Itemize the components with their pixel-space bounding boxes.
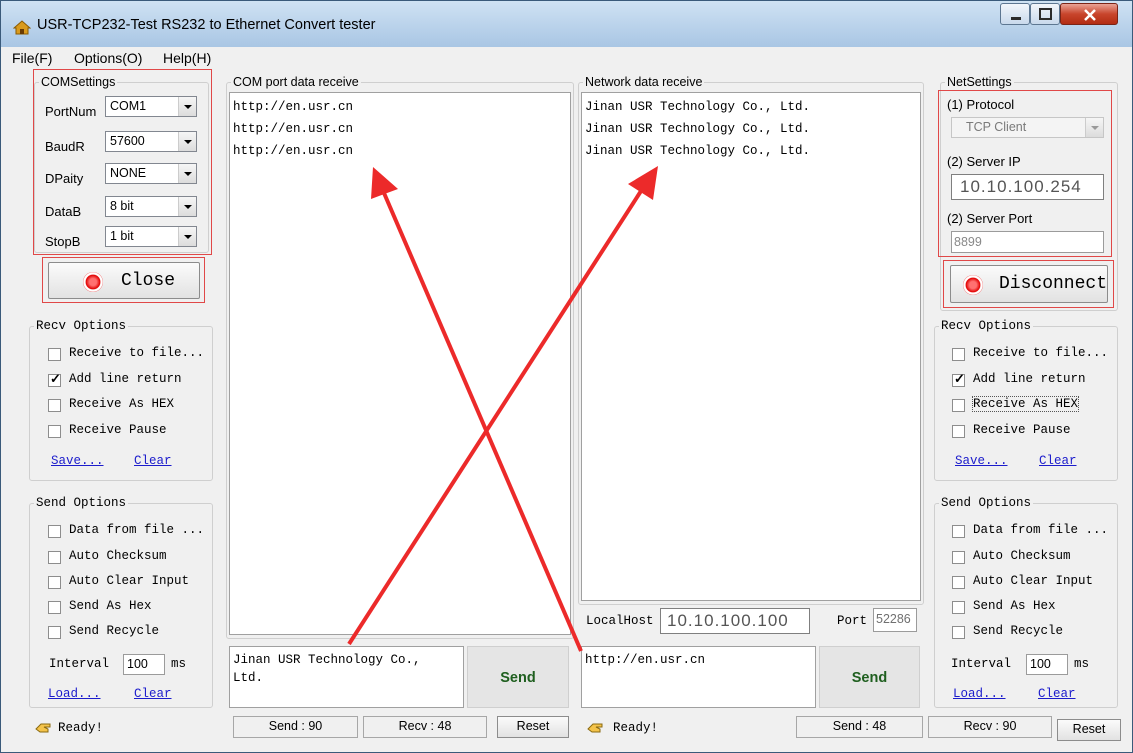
server-port-input[interactable]: 8899 (951, 231, 1104, 253)
menu-options[interactable]: Options(O) (74, 50, 142, 66)
chevron-down-icon (178, 197, 196, 216)
left-add-line-return-checkbox[interactable] (48, 371, 61, 387)
com-receive-line: http://en.usr.cn (233, 100, 354, 114)
left-save-link[interactable]: Save... (51, 454, 104, 468)
left-send-clear-link[interactable]: Clear (134, 687, 172, 701)
portnum-select[interactable]: COM1 (105, 96, 197, 117)
right-send-as-hex-checkbox[interactable] (952, 601, 965, 614)
right-data-from-file-checkbox[interactable] (952, 525, 965, 538)
left-interval-unit: ms (171, 657, 187, 671)
com-send-textarea[interactable]: Jinan USR Technology Co., Ltd. (229, 646, 464, 708)
app-icon (13, 20, 31, 35)
right-status-text: Ready! (613, 721, 659, 735)
server-ip-field[interactable]: 10.10.100.254 (951, 174, 1104, 200)
left-status-text: Ready! (58, 721, 104, 735)
window-title: USR-TCP232-Test RS232 to Ethernet Conver… (37, 17, 376, 33)
server-port-label: (2) Server Port (947, 211, 1033, 226)
app-window: USR-TCP232-Test RS232 to Ethernet Conver… (0, 0, 1133, 753)
right-receive-pause-checkbox[interactable] (952, 425, 965, 438)
parity-select[interactable]: NONE (105, 163, 197, 184)
right-receive-hex-checkbox[interactable] (952, 399, 965, 412)
chevron-down-icon (178, 164, 196, 183)
left-reset-button[interactable]: Reset (497, 716, 569, 738)
protocol-select[interactable]: TCP Client (951, 117, 1104, 138)
com-receive-line: http://en.usr.cn (233, 122, 354, 136)
com-receive-textarea[interactable]: http://en.usr.cn http://en.usr.cn http:/… (229, 92, 571, 635)
left-interval-label: Interval (49, 657, 110, 671)
left-data-from-file-checkbox[interactable] (48, 525, 61, 538)
maximize-button[interactable] (1030, 3, 1060, 25)
close-icon (1084, 9, 1096, 21)
disconnect-button[interactable]: Disconnect (950, 265, 1108, 303)
local-port-field: 52286 (873, 608, 917, 632)
net-receive-textarea[interactable]: Jinan USR Technology Co., Ltd. Jinan USR… (581, 92, 921, 601)
baudrate-label: BaudR (45, 139, 85, 154)
databits-select[interactable]: 8 bit (105, 196, 197, 217)
protocol-label: (1) Protocol (947, 97, 1015, 112)
right-add-line-return-checkbox[interactable] (952, 371, 965, 387)
left-receive-pause-checkbox[interactable] (48, 425, 61, 438)
com-settings-legend: COMSettings (41, 75, 116, 89)
left-load-link[interactable]: Load... (48, 687, 101, 701)
hand-icon (35, 723, 51, 733)
right-receive-to-file-checkbox[interactable] (952, 348, 965, 361)
left-send-as-hex-checkbox[interactable] (48, 601, 61, 614)
right-save-link[interactable]: Save... (955, 454, 1008, 468)
server-ip-label: (2) Server IP (947, 154, 1021, 169)
menu-file[interactable]: File(F) (12, 50, 52, 66)
left-recv-count: Recv : 48 (363, 716, 487, 738)
menu-help[interactable]: Help(H) (163, 50, 211, 66)
port-label: Port (837, 614, 868, 628)
title-bar: USR-TCP232-Test RS232 to Ethernet Conver… (1, 1, 1132, 47)
right-auto-checksum-checkbox[interactable] (952, 551, 965, 564)
net-receive-line: Jinan USR Technology Co., Ltd. (585, 144, 811, 158)
net-receive-line: Jinan USR Technology Co., Ltd. (585, 100, 811, 114)
parity-label: DPaity (45, 171, 84, 186)
localhost-ip-field: 10.10.100.100 (660, 608, 810, 634)
com-close-button[interactable]: Close (48, 262, 200, 299)
right-load-link[interactable]: Load... (953, 687, 1006, 701)
left-send-count: Send : 90 (233, 716, 358, 738)
left-recv-clear-link[interactable]: Clear (134, 454, 172, 468)
baudrate-select[interactable]: 57600 (105, 131, 197, 152)
net-send-button[interactable]: Send (819, 646, 920, 708)
right-send-count: Send : 48 (796, 716, 923, 738)
localhost-label: LocalHost (586, 614, 654, 628)
right-send-recycle-checkbox[interactable] (952, 626, 965, 639)
com-receive-line: http://en.usr.cn (233, 144, 354, 158)
left-auto-checksum-checkbox[interactable] (48, 551, 61, 564)
right-reset-button[interactable]: Reset (1057, 719, 1121, 741)
net-send-textarea[interactable]: http://en.usr.cn (581, 646, 816, 708)
left-receive-hex-checkbox[interactable] (48, 399, 61, 412)
minimize-button[interactable] (1000, 3, 1030, 25)
left-auto-clear-input-checkbox[interactable] (48, 576, 61, 589)
right-auto-clear-input-checkbox[interactable] (952, 576, 965, 589)
stopbits-select[interactable]: 1 bit (105, 226, 197, 247)
portnum-label: PortNum (45, 104, 97, 119)
stopbits-label: StopB (45, 234, 81, 249)
status-led-icon (963, 275, 983, 295)
right-recv-count: Recv : 90 (928, 716, 1052, 738)
maximize-icon (1039, 8, 1052, 20)
chevron-down-icon (178, 227, 196, 246)
net-receive-line: Jinan USR Technology Co., Ltd. (585, 122, 811, 136)
right-interval-label: Interval (951, 657, 1012, 671)
hand-icon (587, 723, 603, 733)
right-interval-input[interactable]: 100 (1026, 654, 1068, 675)
chevron-down-icon (178, 97, 196, 116)
right-recv-clear-link[interactable]: Clear (1039, 454, 1077, 468)
right-send-clear-link[interactable]: Clear (1038, 687, 1076, 701)
menu-bar: File(F) Options(O) Help(H) (1, 47, 1132, 69)
right-interval-unit: ms (1074, 657, 1090, 671)
left-interval-input[interactable]: 100 (123, 654, 165, 675)
chevron-down-icon (1085, 118, 1103, 137)
databits-label: DataB (45, 204, 82, 219)
com-send-button[interactable]: Send (467, 646, 569, 708)
left-send-recycle-checkbox[interactable] (48, 626, 61, 639)
chevron-down-icon (178, 132, 196, 151)
status-led-icon (83, 272, 103, 292)
left-receive-to-file-checkbox[interactable] (48, 348, 61, 361)
close-window-button[interactable] (1060, 3, 1118, 25)
minimize-icon (1011, 17, 1021, 20)
